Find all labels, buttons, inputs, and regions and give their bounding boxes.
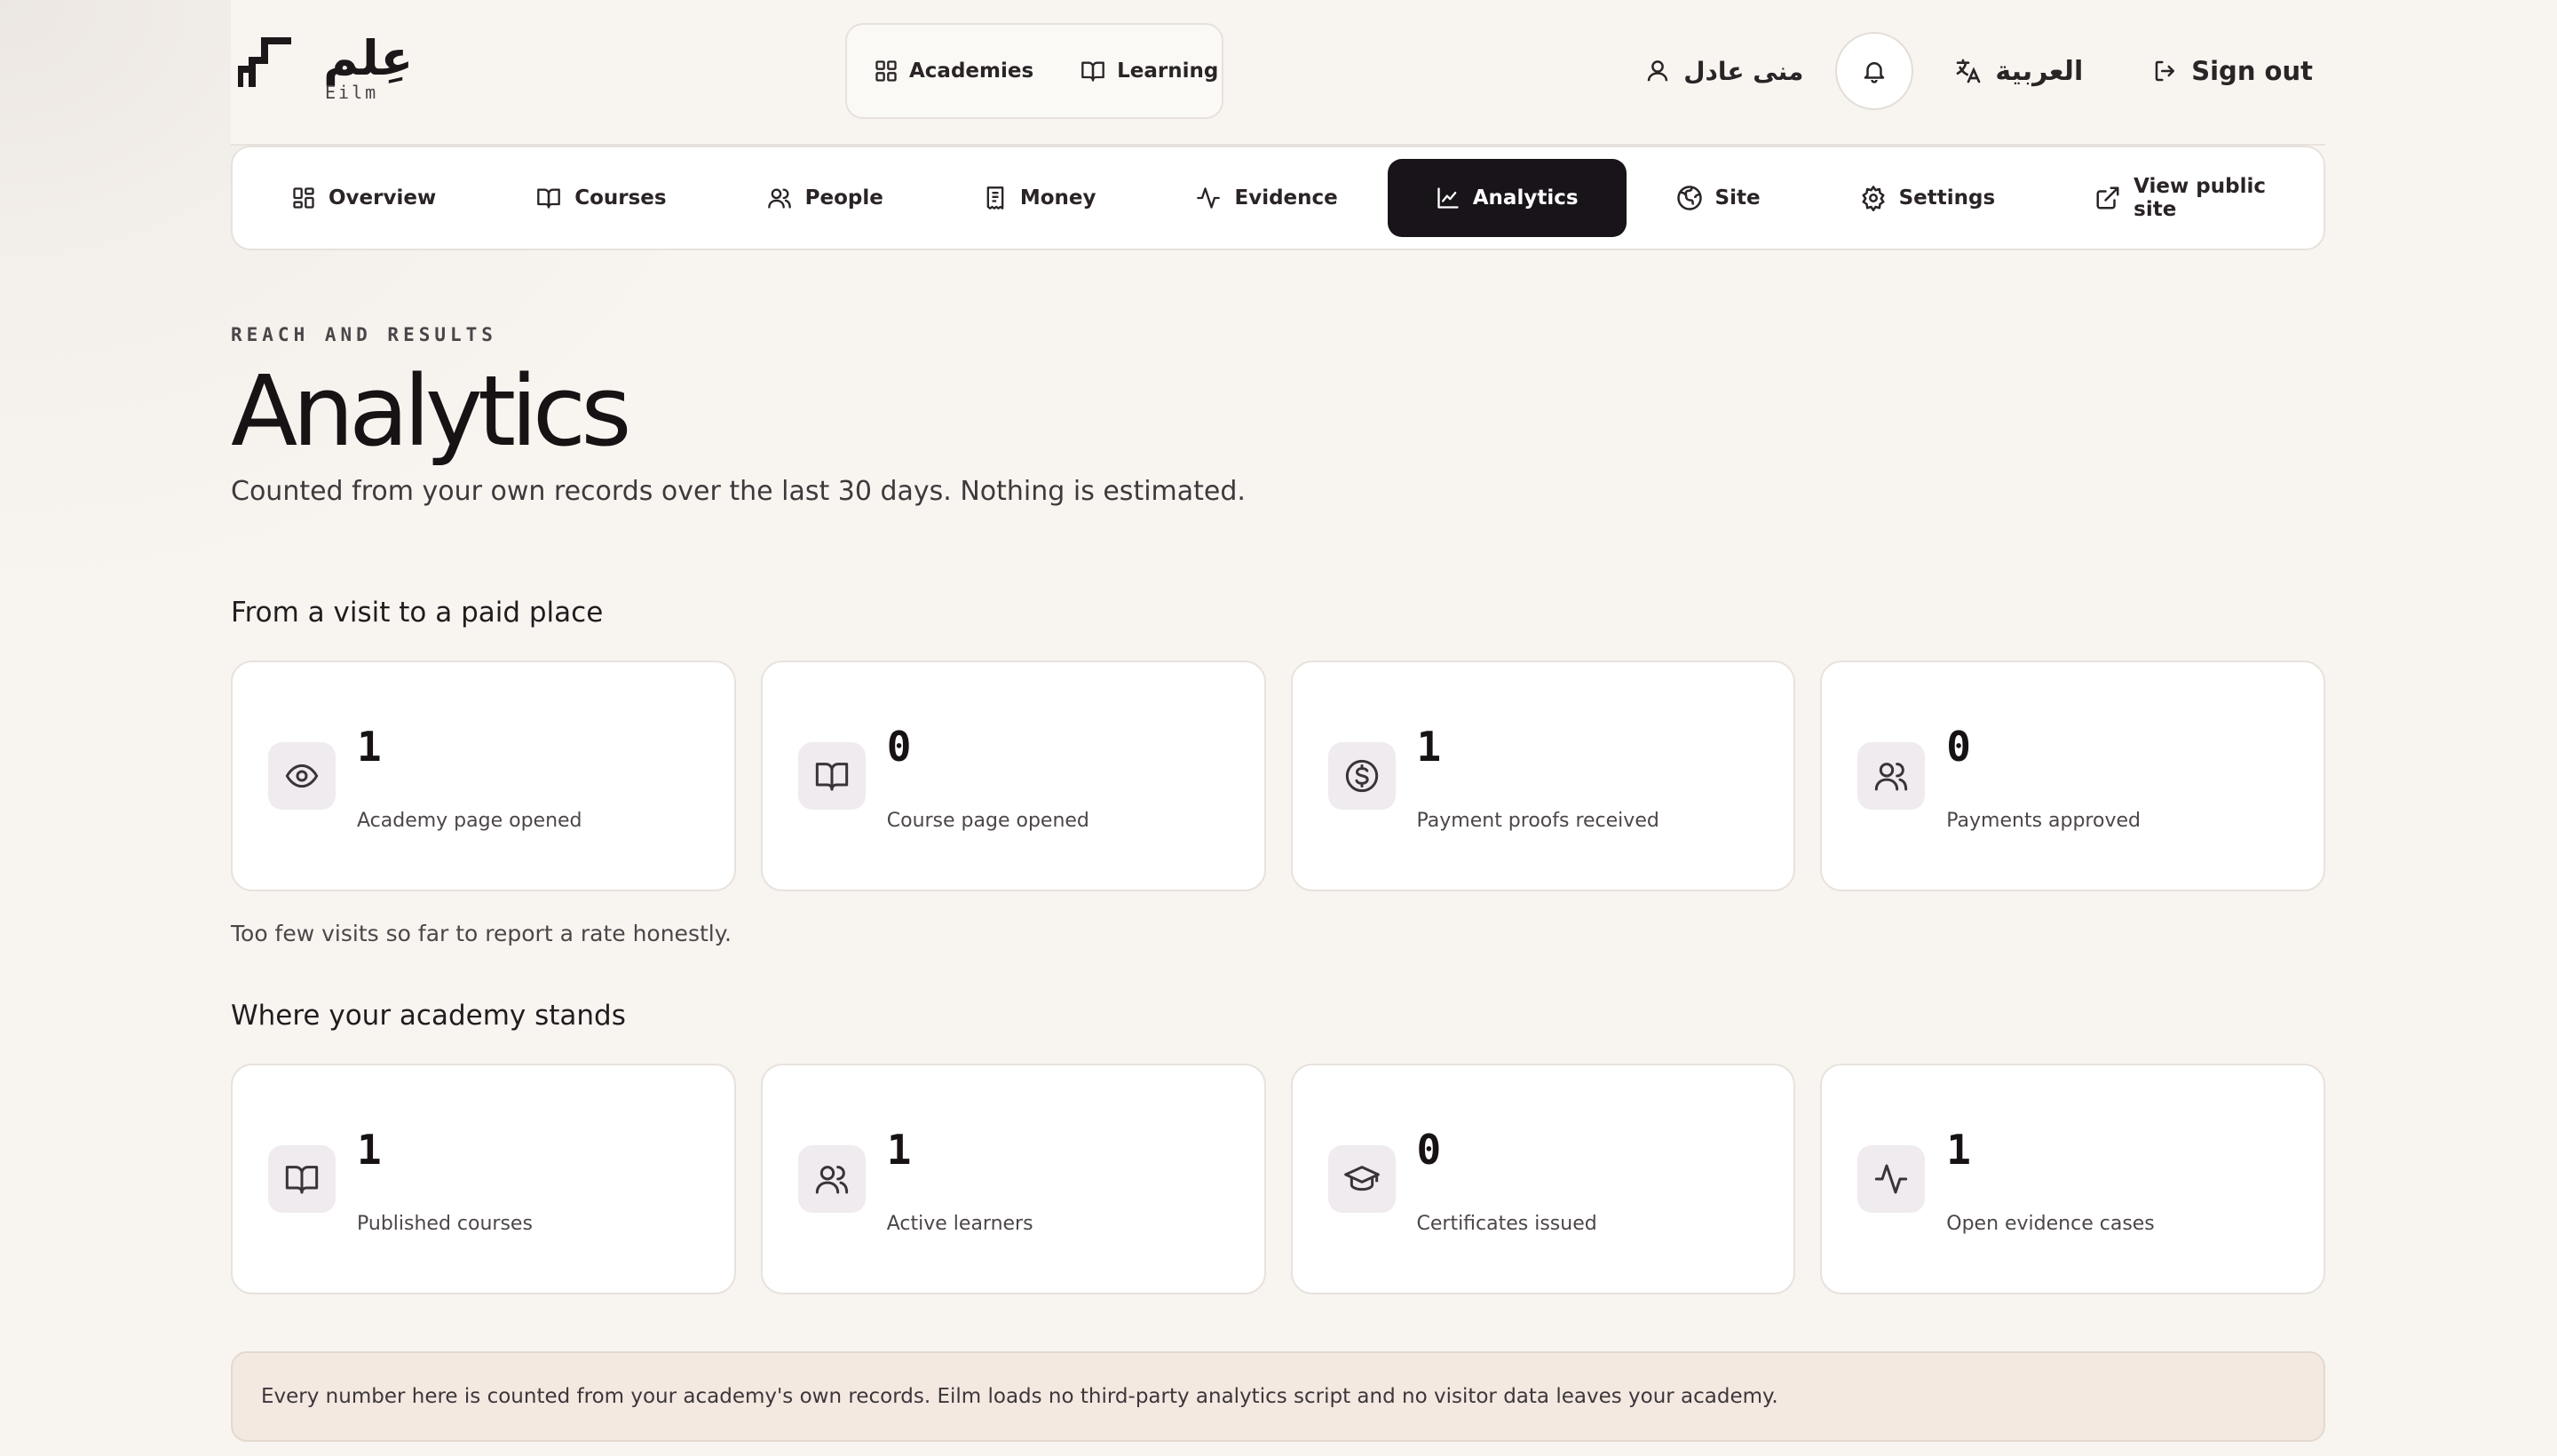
tab-label: Analytics bbox=[1472, 186, 1579, 210]
metric-card-payment-proofs-received: 1 Payment proofs received bbox=[1290, 661, 1796, 891]
tab-label: Site bbox=[1714, 186, 1761, 210]
academy-tabs: Overview Courses People Money Evidence A… bbox=[231, 146, 2325, 250]
top-bar: عِلم Eilm Academies Learning منى عادل ال… bbox=[231, 0, 2325, 146]
tab-label: Courses bbox=[574, 186, 667, 210]
tab-site[interactable]: Site bbox=[1627, 159, 1810, 237]
tab-analytics[interactable]: Analytics bbox=[1387, 159, 1627, 237]
metric-label: Course page opened bbox=[886, 810, 1089, 832]
dollar-circle-icon bbox=[1327, 742, 1396, 810]
users-icon bbox=[1857, 742, 1926, 810]
privacy-note-text: Every number here is counted from your a… bbox=[261, 1385, 1778, 1408]
academies-label: Academies bbox=[909, 59, 1034, 83]
tab-label: Evidence bbox=[1234, 186, 1338, 210]
users-icon bbox=[797, 1145, 866, 1213]
tab-label: View public site bbox=[2133, 175, 2266, 221]
metric-label: Active learners bbox=[886, 1213, 1033, 1235]
notifications-button[interactable] bbox=[1835, 32, 1914, 110]
users-icon bbox=[766, 186, 793, 210]
wordmark-latin: Eilm bbox=[325, 82, 379, 103]
metric-value: 0 bbox=[1946, 723, 1971, 771]
book-icon bbox=[797, 742, 866, 810]
metric-card-published-courses: 1 Published courses bbox=[231, 1064, 736, 1294]
tab-overview[interactable]: Overview bbox=[241, 159, 486, 237]
user-name: منى عادل bbox=[1683, 56, 1804, 86]
metric-value: 1 bbox=[1416, 723, 1442, 771]
eilm-logo-icon[interactable] bbox=[238, 34, 318, 96]
gear-icon bbox=[1860, 185, 1887, 211]
metric-card-course-page-opened: 0 Course page opened bbox=[760, 661, 1266, 891]
metric-value: 0 bbox=[1416, 1126, 1442, 1174]
metric-card-academy-page-opened: 1 Academy page opened bbox=[231, 661, 736, 891]
funnel-cards: 1 Academy page opened 0 Course page open… bbox=[231, 661, 2325, 891]
metric-value: 1 bbox=[1946, 1126, 1971, 1174]
bell-icon bbox=[1861, 58, 1888, 84]
tab-label: People bbox=[804, 186, 883, 210]
academies-button[interactable]: Academies bbox=[874, 59, 1033, 83]
metric-label: Open evidence cases bbox=[1946, 1213, 2155, 1235]
grid-icon bbox=[291, 186, 316, 210]
tab-view-public-site[interactable]: View public site bbox=[2045, 159, 2316, 237]
activity-icon bbox=[1857, 1145, 1926, 1213]
sign-out-icon bbox=[2152, 58, 2179, 84]
user-menu[interactable]: منى عادل bbox=[1644, 57, 1803, 86]
metric-label: Payments approved bbox=[1946, 810, 2141, 832]
brand-wordmark[interactable]: عِلم Eilm bbox=[323, 30, 430, 103]
page-eyebrow: REACH AND RESULTS bbox=[231, 324, 497, 345]
metric-card-open-evidence-cases: 1 Open evidence cases bbox=[1820, 1064, 2325, 1294]
metric-label: Academy page opened bbox=[357, 810, 582, 832]
main-nav: Academies Learning bbox=[845, 23, 1223, 119]
book-icon bbox=[535, 186, 562, 210]
metric-card-payments-approved: 0 Payments approved bbox=[1820, 661, 2325, 891]
metric-card-active-learners: 1 Active learners bbox=[760, 1064, 1266, 1294]
sign-out-label: Sign out bbox=[2191, 56, 2313, 86]
external-link-icon bbox=[2094, 185, 2121, 211]
tab-people[interactable]: People bbox=[716, 159, 933, 237]
chart-line-icon bbox=[1436, 186, 1461, 210]
metric-value: 1 bbox=[886, 1126, 912, 1174]
translate-icon bbox=[1954, 57, 1983, 85]
user-icon bbox=[1644, 58, 1671, 84]
book-icon bbox=[1080, 59, 1106, 83]
metric-label: Published courses bbox=[357, 1213, 533, 1235]
metric-value: 1 bbox=[357, 723, 382, 771]
funnel-heading: From a visit to a paid place bbox=[231, 597, 604, 629]
metric-value: 0 bbox=[886, 723, 912, 771]
learning-button[interactable]: Learning bbox=[1080, 59, 1218, 83]
page-subtitle: Counted from your own records over the l… bbox=[231, 476, 1246, 507]
standing-cards: 1 Published courses 1 Active learners 0 … bbox=[231, 1064, 2325, 1294]
receipt-icon bbox=[983, 185, 1008, 211]
language-switch[interactable]: العربية bbox=[1954, 56, 2083, 87]
graduation-cap-icon bbox=[1327, 1145, 1396, 1213]
metric-label: Certificates issued bbox=[1416, 1213, 1597, 1235]
privacy-note: Every number here is counted from your a… bbox=[231, 1351, 2325, 1442]
tab-evidence[interactable]: Evidence bbox=[1145, 159, 1387, 237]
learning-label: Learning bbox=[1117, 59, 1219, 83]
tab-label: Money bbox=[1019, 186, 1096, 210]
metric-value: 1 bbox=[357, 1126, 382, 1174]
tab-money[interactable]: Money bbox=[933, 159, 1146, 237]
account-area: منى عادل العربية Sign out bbox=[1644, 27, 2313, 115]
grid-icon bbox=[874, 59, 899, 83]
book-icon bbox=[268, 1145, 336, 1213]
metric-card-certificates-issued: 0 Certificates issued bbox=[1290, 1064, 1796, 1294]
sign-out-button[interactable]: Sign out bbox=[2152, 56, 2313, 86]
globe-icon bbox=[1676, 185, 1703, 211]
language-label: العربية bbox=[1995, 55, 2084, 87]
tab-courses[interactable]: Courses bbox=[486, 159, 716, 237]
eye-icon bbox=[268, 742, 336, 810]
activity-icon bbox=[1195, 186, 1222, 210]
metric-label: Payment proofs received bbox=[1416, 810, 1659, 832]
funnel-note: Too few visits so far to report a rate h… bbox=[231, 921, 732, 946]
tab-label: Settings bbox=[1898, 186, 1996, 210]
wordmark-arabic: عِلم bbox=[323, 30, 415, 86]
standing-heading: Where your academy stands bbox=[231, 1000, 626, 1032]
tab-settings[interactable]: Settings bbox=[1810, 159, 2046, 237]
tab-label: Overview bbox=[329, 186, 437, 210]
page-title: Analytics bbox=[231, 354, 632, 468]
